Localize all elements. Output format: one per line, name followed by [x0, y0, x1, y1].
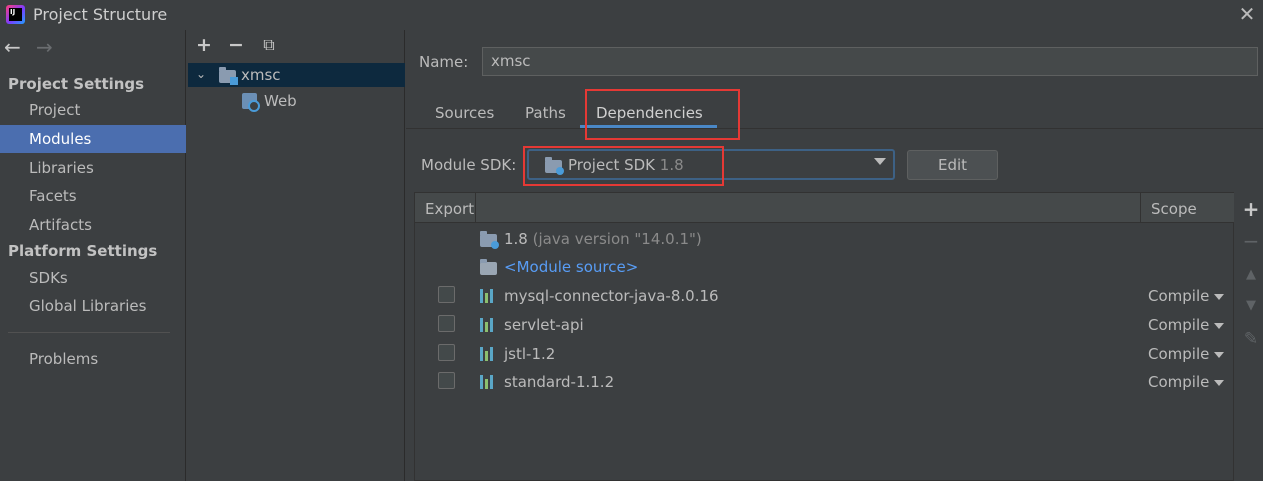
- forward-arrow-icon[interactable]: →: [36, 37, 53, 57]
- back-arrow-icon[interactable]: ←: [4, 37, 21, 57]
- column-divider[interactable]: [475, 193, 476, 223]
- jdk-version: 1.8: [504, 230, 528, 248]
- move-down-icon[interactable]: ▼: [1242, 296, 1260, 316]
- sidebar-item-global-libraries[interactable]: Global Libraries: [0, 292, 186, 320]
- scope-value[interactable]: Compile: [1148, 345, 1209, 363]
- title-bar: [0, 0, 1263, 30]
- project-settings-header: Project Settings: [8, 75, 145, 93]
- name-field[interactable]: xmsc: [482, 47, 1258, 76]
- export-checkbox[interactable]: [438, 372, 455, 389]
- edit-dependency-icon[interactable]: ✎: [1242, 329, 1260, 349]
- module-folder-icon: [219, 67, 238, 85]
- app-icon-text: IJ: [10, 8, 16, 16]
- library-icon: [480, 347, 497, 361]
- sidebar-item-facets[interactable]: Facets: [0, 182, 186, 210]
- remove-icon[interactable]: −: [226, 35, 246, 55]
- jdk-detail: (java version "14.0.1"): [532, 230, 702, 248]
- library-icon: [480, 318, 497, 332]
- web-facet-icon: [242, 93, 260, 112]
- export-checkbox[interactable]: [438, 344, 455, 361]
- tab-sources[interactable]: Sources: [435, 104, 494, 122]
- tree-web-label[interactable]: Web: [264, 92, 297, 110]
- export-column-header[interactable]: Export: [425, 200, 474, 218]
- sidebar-item-modules[interactable]: Modules: [0, 125, 186, 153]
- jdk-row[interactable]: 1.8 (java version "14.0.1"): [504, 230, 702, 248]
- library-name[interactable]: servlet-api: [504, 316, 584, 334]
- sidebar-item-artifacts[interactable]: Artifacts: [0, 211, 186, 239]
- scope-dropdown-icon[interactable]: [1214, 323, 1224, 329]
- scope-value[interactable]: Compile: [1148, 287, 1209, 305]
- library-name[interactable]: jstl-1.2: [504, 345, 555, 363]
- module-source-row[interactable]: <Module source>: [504, 258, 638, 276]
- window-title: Project Structure: [33, 5, 168, 24]
- remove-dependency-icon[interactable]: −: [1242, 231, 1260, 251]
- sdk-highlight-box: [523, 146, 724, 186]
- scope-dropdown-icon[interactable]: [1214, 380, 1224, 386]
- library-name[interactable]: standard-1.1.2: [504, 373, 614, 391]
- scope-column-header[interactable]: Scope: [1151, 200, 1197, 218]
- tree-module-label: xmsc: [241, 66, 281, 84]
- scope-dropdown-icon[interactable]: [1214, 352, 1224, 358]
- sidebar-item-problems[interactable]: Problems: [0, 345, 186, 373]
- intellij-app-icon: IJ: [6, 5, 25, 24]
- add-dependency-icon[interactable]: +: [1242, 199, 1260, 219]
- library-icon: [480, 375, 497, 389]
- platform-settings-header: Platform Settings: [8, 242, 158, 260]
- close-icon[interactable]: ✕: [1236, 3, 1258, 25]
- move-up-icon[interactable]: ▲: [1242, 265, 1260, 285]
- scope-value[interactable]: Compile: [1148, 373, 1209, 391]
- module-source-folder-icon: [480, 259, 497, 275]
- jdk-folder-icon: [480, 231, 499, 249]
- module-sdk-label: Module SDK:: [421, 156, 517, 174]
- chevron-down-icon[interactable]: ⌄: [196, 67, 206, 81]
- copy-icon[interactable]: ⧉: [259, 35, 279, 55]
- dropdown-arrow-icon[interactable]: [874, 158, 886, 165]
- edit-button[interactable]: Edit: [907, 150, 998, 180]
- tab-paths[interactable]: Paths: [525, 104, 566, 122]
- scope-dropdown-icon[interactable]: [1214, 294, 1224, 300]
- column-divider[interactable]: [1140, 193, 1141, 223]
- library-name[interactable]: mysql-connector-java-8.0.16: [504, 287, 719, 305]
- sidebar-item-sdks[interactable]: SDKs: [0, 264, 186, 292]
- name-label: Name:: [419, 53, 469, 71]
- sidebar-item-project[interactable]: Project: [0, 96, 186, 124]
- table-header: [415, 193, 1234, 223]
- sidebar-divider: [8, 332, 170, 333]
- export-checkbox[interactable]: [438, 286, 455, 303]
- dependencies-highlight-box: [585, 89, 740, 140]
- sidebar-item-libraries[interactable]: Libraries: [0, 154, 186, 182]
- scope-value[interactable]: Compile: [1148, 316, 1209, 334]
- add-icon[interactable]: +: [194, 35, 214, 55]
- export-checkbox[interactable]: [438, 315, 455, 332]
- library-icon: [480, 289, 497, 303]
